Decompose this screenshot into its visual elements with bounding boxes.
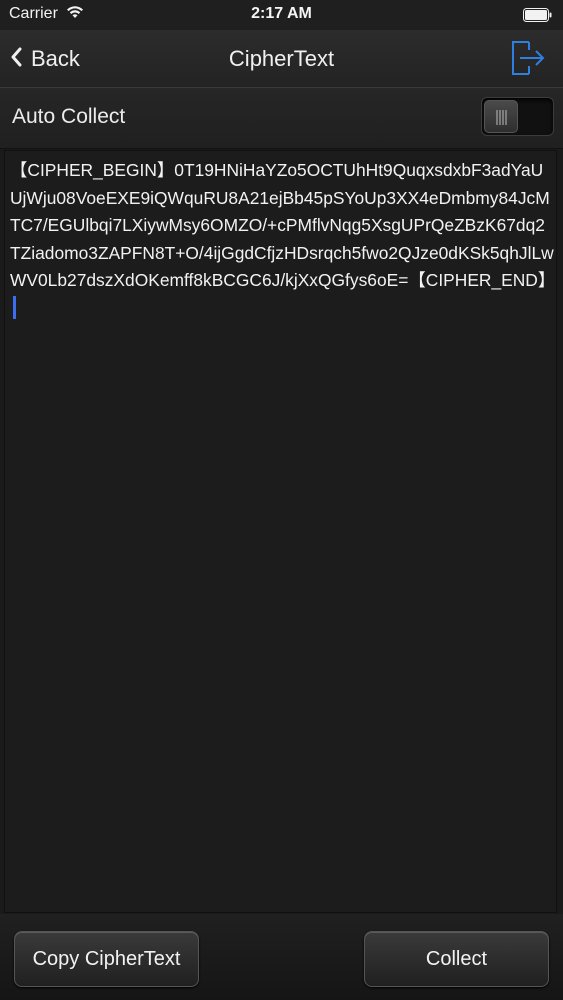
cipher-text-content: 【CIPHER_BEGIN】0T19HNiHaYZo5OCTUhHt9Quqxs… <box>10 157 556 322</box>
battery-icon <box>523 8 553 27</box>
text-caret <box>13 295 16 319</box>
copy-ciphertext-button[interactable]: Copy CipherText <box>14 931 199 987</box>
grip-icon <box>496 110 507 125</box>
collect-button[interactable]: Collect <box>364 931 549 987</box>
status-bar: Carrier 2:17 AM <box>0 0 563 30</box>
auto-collect-row: Auto Collect <box>0 88 563 149</box>
export-button[interactable] <box>509 39 547 77</box>
back-button[interactable]: Back <box>10 42 80 76</box>
app-screen: Carrier 2:17 AM Back CipherText Auto Col… <box>0 0 563 1000</box>
page-title: CipherText <box>228 46 335 71</box>
auto-collect-toggle[interactable] <box>481 97 554 136</box>
navigation-bar: Back CipherText <box>0 30 563 88</box>
chevron-left-icon <box>10 47 22 72</box>
cipher-text-value: 【CIPHER_BEGIN】0T19HNiHaYZo5OCTUhHt9Quqxs… <box>10 160 556 290</box>
cipher-text-area[interactable]: 【CIPHER_BEGIN】0T19HNiHaYZo5OCTUhHt9Quqxs… <box>4 150 557 913</box>
toggle-knob <box>484 100 518 133</box>
auto-collect-label: Auto Collect <box>12 105 126 128</box>
status-time: 2:17 AM <box>251 5 312 22</box>
back-label: Back <box>31 46 80 71</box>
export-icon <box>512 41 545 75</box>
